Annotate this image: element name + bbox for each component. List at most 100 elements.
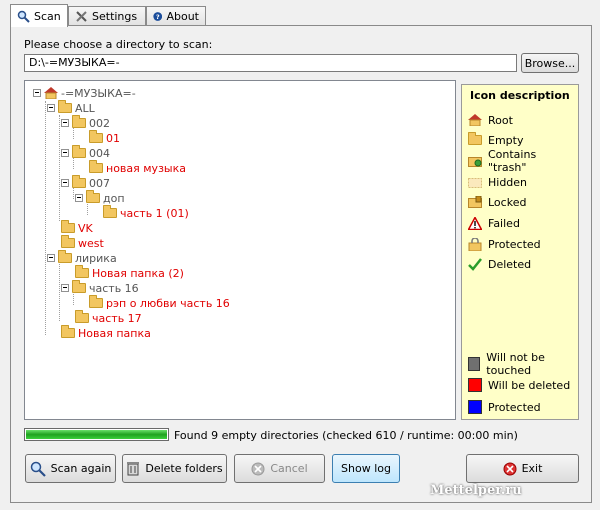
tree-node-label: Новая папка [78,326,151,340]
tree-node[interactable]: 004 [61,145,110,160]
tree-node[interactable]: west [61,235,104,250]
show-log-button[interactable]: Show log [332,454,400,483]
tree-node-label: лирика [75,251,117,265]
tab-label: About [166,9,199,23]
tree-node-label: доп [103,191,125,205]
tree-node[interactable]: Новая папка (2) [75,265,184,280]
tree-node[interactable]: 002 [61,115,110,130]
tree-node[interactable]: лирика [47,250,117,265]
empty-folder-icon [468,132,482,145]
collapse-toggle[interactable] [75,194,83,202]
folder-icon [58,100,72,113]
blue-swatch [468,400,482,414]
warning-icon [468,216,482,230]
watermark: Mettelper.ru [430,483,522,498]
legend-label: Protected [488,237,541,251]
gray-swatch [468,357,481,371]
tree-node[interactable]: VK [61,220,93,235]
cancel-button[interactable]: Cancel [234,454,325,483]
empty-folder-icon [89,130,103,143]
tree-node-label: ALL [75,101,95,115]
root-icon [468,114,482,126]
tree-node-label: часть 17 [92,311,142,325]
icon-description-panel: Icon description Root Empty Contains "tr… [461,84,579,420]
tree-node-label: -=МУЗЫКА=- [61,86,136,100]
delete-folders-button[interactable]: Delete folders [122,454,227,483]
legend-label: Will not be touched [486,351,545,377]
empty-folder-icon [61,325,75,338]
folder-icon [86,190,100,203]
tree-node[interactable]: часть 17 [75,310,142,325]
tree-node-label: рэп о любви часть 16 [106,296,230,310]
collapse-toggle[interactable] [47,254,55,262]
button-label: Exit [521,462,543,475]
help-icon: ? [153,11,163,21]
collapse-toggle[interactable] [61,119,69,127]
tree-node[interactable]: часть 16 [61,280,139,295]
legend-item-failed: Failed [468,216,520,230]
trash-folder-icon [468,157,482,167]
legend-label: Protected [488,400,541,414]
browse-button[interactable]: Browse... [521,53,579,73]
icon-description-title: Icon description [470,89,570,102]
directory-path-input[interactable]: D:\-=МУЗЫКА=- [24,54,517,72]
locked-folder-icon [468,196,482,208]
button-label: Cancel [270,462,308,475]
hidden-folder-icon [468,178,482,188]
magnifier-icon [17,10,30,23]
root-icon [44,87,58,99]
empty-folder-icon [89,160,103,173]
button-label: Scan again [50,462,112,475]
tree-node[interactable]: 007 [61,175,110,190]
tree-node-label: 004 [89,146,110,160]
tree-connector [59,115,60,221]
legend-label: Deleted [488,257,532,271]
tree-node-label: новая музыка [106,161,186,175]
tree-node[interactable]: ALL [47,100,95,115]
legend-item-empty: Empty [468,132,524,147]
empty-folder-icon [89,295,103,308]
color-legend-protected: Protected [468,400,541,414]
tab-scan[interactable]: Scan [10,4,68,27]
empty-folder-icon [61,220,75,233]
folder-tree[interactable]: -=МУЗЫКА=- ALL 002 01 004 новая музыка 0… [24,80,456,420]
legend-label: Contains "trash" [487,148,537,174]
tab-settings[interactable]: Settings [68,6,146,25]
color-legend-deleted: Will be deleted [468,378,570,392]
tree-node-root[interactable]: -=МУЗЫКА=- [33,86,136,100]
scan-again-button[interactable]: Scan again [25,454,116,483]
collapse-toggle[interactable] [61,149,69,157]
collapse-toggle[interactable] [61,179,69,187]
tree-node[interactable]: Новая папка [61,325,151,340]
legend-label: Will be deleted [488,378,571,392]
tree-connector [45,101,46,335]
trash-icon [127,462,140,476]
collapse-toggle[interactable] [61,284,69,292]
legend-item-hidden: Hidden [468,175,527,189]
legend-item-locked: Locked [468,195,526,209]
tree-node-label: VK [78,221,93,235]
tree-node-label: часть 1 (01) [120,206,189,220]
tree-node[interactable]: часть 1 (01) [103,205,189,220]
tab-label: Settings [92,9,138,23]
legend-label: Empty [488,133,524,147]
tree-node[interactable]: доп [75,190,125,205]
tools-icon [76,10,87,22]
tree-node[interactable]: 01 [89,130,120,145]
tree-node-label: 01 [106,131,120,145]
tab-about[interactable]: ? About [146,6,206,25]
magnifier-icon [30,461,46,477]
legend-label: Root [488,113,513,127]
progress-bar [24,428,169,441]
color-legend-not-touched: Will not be touched [468,351,578,377]
legend-label: Hidden [488,175,528,189]
tree-node[interactable]: рэп о любви часть 16 [89,295,230,310]
tree-node-label: 007 [89,176,110,190]
tree-node[interactable]: новая музыка [89,160,186,175]
status-text: Found 9 empty directories (checked 610 /… [174,429,518,442]
collapse-toggle[interactable] [33,89,41,97]
folder-icon [58,250,72,263]
legend-item-protected: Protected [468,237,541,251]
collapse-toggle[interactable] [47,104,55,112]
exit-button[interactable]: Exit [466,454,579,483]
